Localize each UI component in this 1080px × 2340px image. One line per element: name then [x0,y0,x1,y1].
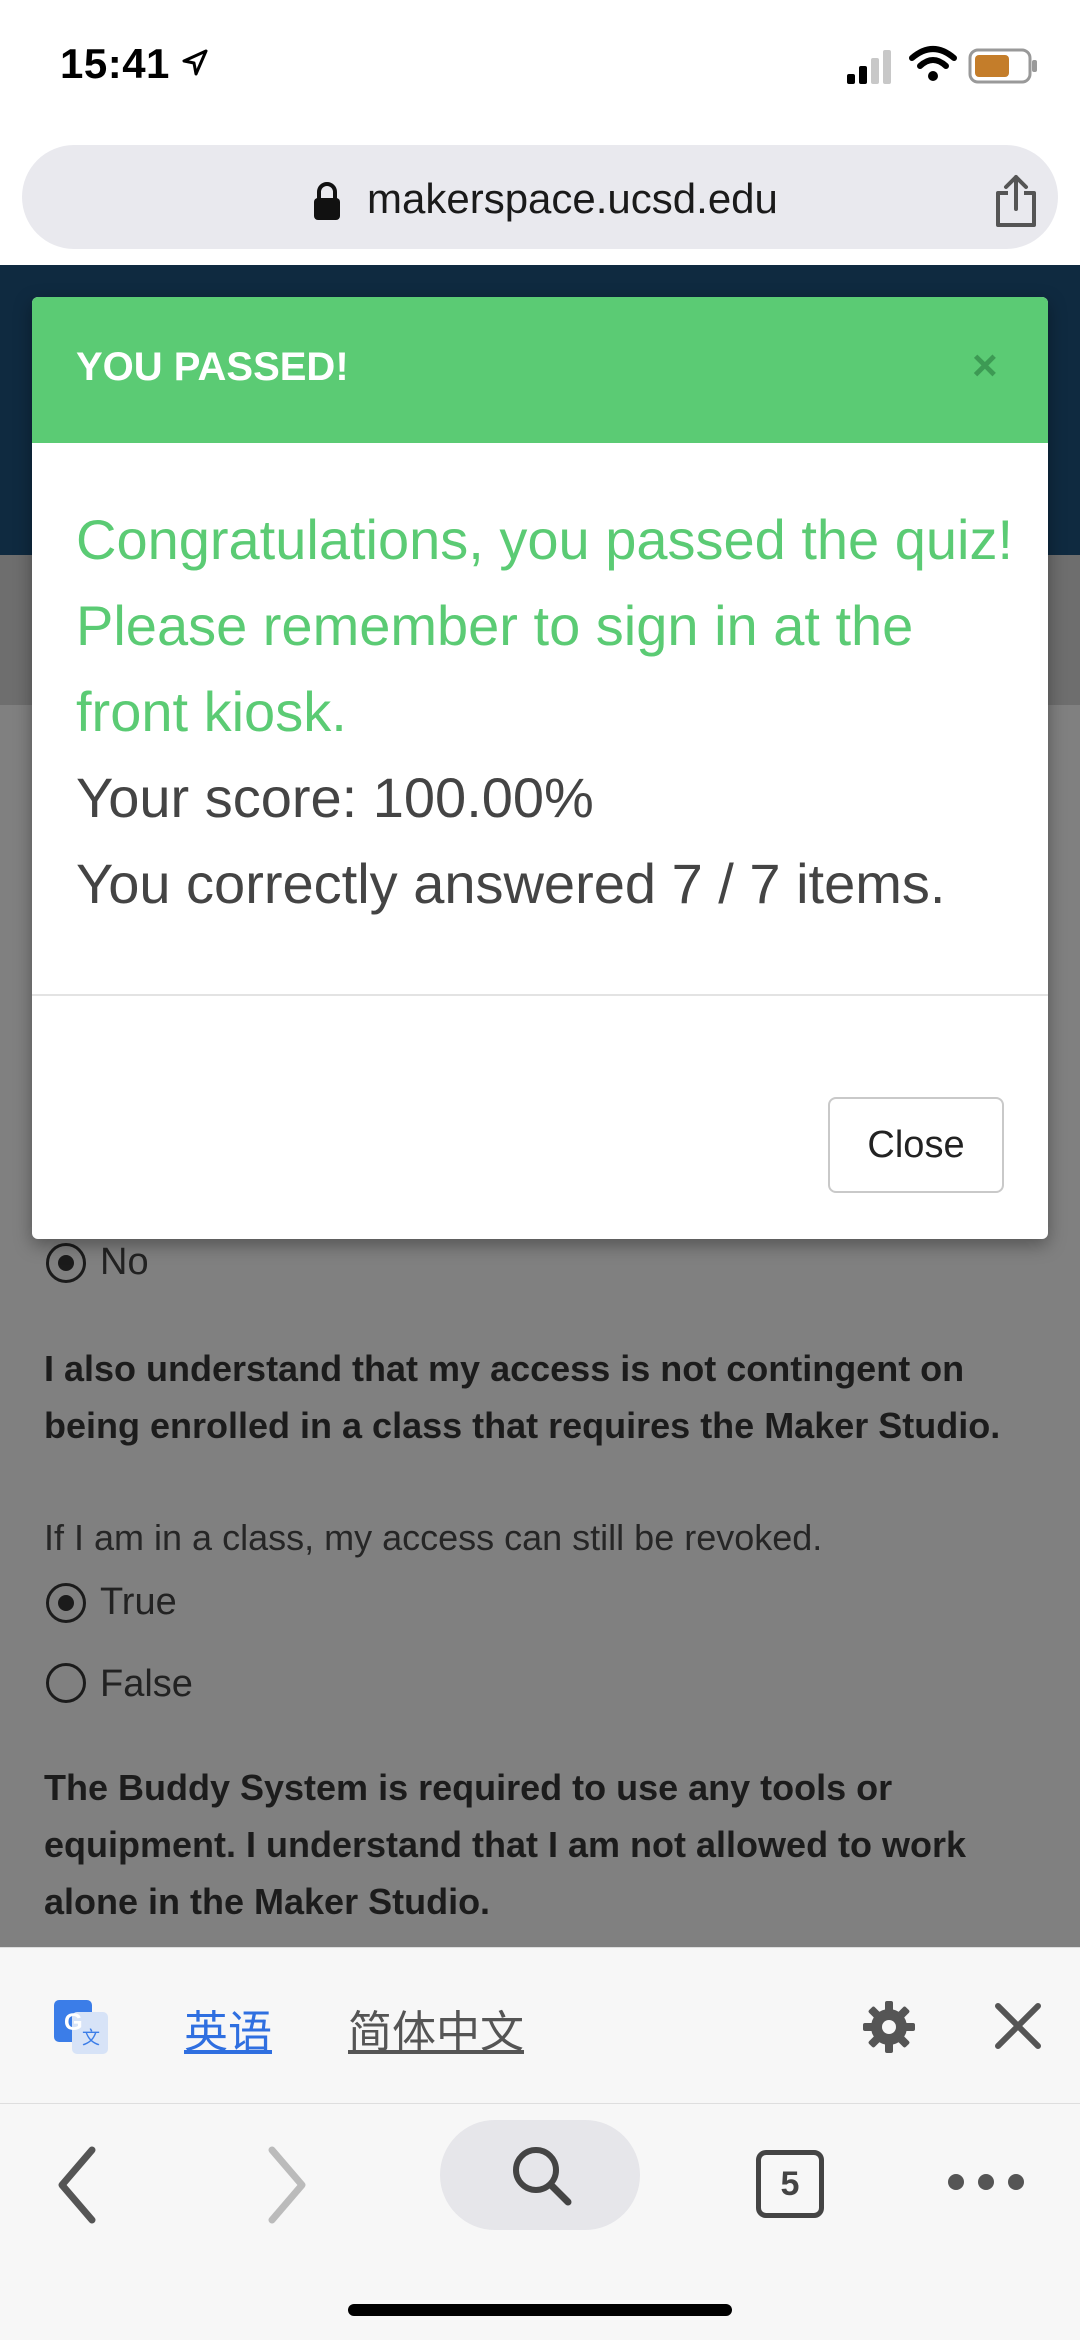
forward-arrow-icon[interactable] [262,2140,312,2230]
status-bar: 15:41 [0,0,1080,135]
question-class-enrollment: I also understand that my access is not … [44,1348,1001,1446]
address-bar[interactable]: makerspace.ucsd.edu [22,145,1058,249]
source-language-link[interactable]: 英语 [184,1996,272,2060]
wifi-icon [909,46,957,81]
close-button[interactable]: Close [828,1097,1004,1193]
modal-close-icon[interactable]: × [972,341,998,391]
score-text: Your score: 100.00% [76,766,594,829]
status-time: 15:41 [60,40,170,87]
radio-true-label: True [100,1581,177,1623]
quiz-result-modal: YOU PASSED! × Congratulations, you passe… [32,297,1048,1239]
back-arrow-icon[interactable] [52,2140,102,2230]
answered-count-text: You correctly answered 7 / 7 items. [76,852,946,915]
radio-no-label: No [100,1241,149,1283]
tabs-button[interactable]: 5 [756,2150,824,2218]
radio-no[interactable] [46,1243,86,1283]
modal-footer-divider [32,994,1048,996]
lock-icon [314,182,340,220]
share-icon[interactable] [992,173,1040,229]
question-buddy-system: The Buddy System is required to use any … [44,1767,967,1922]
svg-text:文: 文 [82,2028,100,2049]
url-text[interactable]: makerspace.ucsd.edu [367,175,778,223]
target-language-link[interactable]: 简体中文 [348,1996,524,2060]
radio-false[interactable] [46,1663,86,1703]
question-note: If I am in a class, my access can still … [44,1517,823,1558]
close-icon[interactable] [992,2000,1044,2052]
svg-text:G: G [64,2009,83,2036]
modal-title: YOU PASSED! [76,345,349,389]
search-button[interactable] [440,2120,640,2230]
translate-bar: G 文 英语 简体中文 [0,1947,1080,2104]
gear-icon[interactable] [860,1998,918,2056]
radio-false-label: False [100,1663,193,1705]
home-indicator [348,2304,732,2316]
browser-address-area: makerspace.ucsd.edu [0,135,1080,265]
search-icon [513,2147,572,2206]
radio-true[interactable] [46,1583,86,1623]
location-arrow-icon [182,49,208,76]
cellular-signal-icon [847,50,891,84]
google-translate-icon[interactable]: G 文 [52,1998,110,2056]
battery-icon [968,48,1037,84]
modal-header: YOU PASSED! × [32,297,1048,443]
modal-body: Congratulations, you passed the quiz! Pl… [76,497,1026,927]
congratulations-message: Congratulations, you passed the quiz! Pl… [76,508,1014,743]
more-icon[interactable] [946,2172,1026,2192]
